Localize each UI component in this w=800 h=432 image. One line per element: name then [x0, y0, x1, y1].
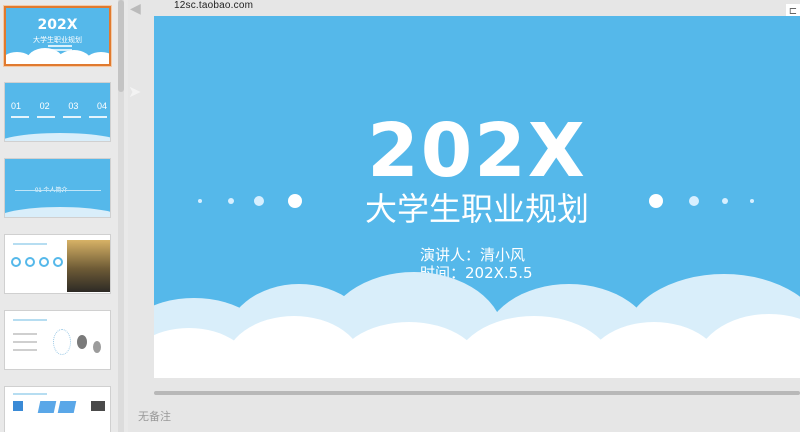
slide-thumbnail-4[interactable] [4, 234, 111, 294]
thumb-cloud [5, 133, 110, 141]
editor-workspace: ◀︎ 12sc.taobao.com ➤ ⊏ 202X 大学生职业规划 演讲人：… [128, 0, 800, 432]
thumbnail-scroll-thumb[interactable] [118, 0, 124, 92]
thumb-circle [25, 257, 35, 267]
thumb-line [13, 243, 47, 245]
thumb-line [13, 393, 47, 395]
thumb-1-subtitle: 大学生职业规划 [33, 36, 82, 44]
slide-subtitle: 大学生职业规划 [364, 190, 589, 228]
thumb-hexagon [37, 401, 57, 413]
decor-dot [649, 194, 663, 208]
decor-dot [254, 196, 264, 206]
thumb-line [13, 349, 37, 351]
decor-dot [228, 198, 234, 204]
thumb-2-number: 02 [39, 101, 50, 111]
decor-dot [689, 196, 699, 206]
slide-thumbnail-2[interactable]: 01 02 03 04 [4, 82, 111, 142]
thumb-2-number: 04 [96, 101, 107, 111]
thumb-bulb [93, 341, 101, 353]
speaker-icon: ◀︎ [130, 0, 141, 16]
thumb-2-number: 03 [68, 101, 79, 111]
paper-plane-icon: ➤ [128, 84, 142, 101]
slide-thumbnail-6[interactable] [4, 386, 111, 432]
slide-thumbnail-panel: 202X 大学生职业规划 01 02 03 04 01 个人简介 [0, 0, 128, 432]
thumb-2-bars [11, 116, 107, 118]
thumb-2-number: 01 [11, 101, 22, 111]
speaker-notes-placeholder[interactable]: 无备注 [138, 408, 171, 424]
watermark-url: 12sc.taobao.com [174, 0, 254, 11]
thumb-hexagon [57, 401, 77, 413]
thumb-bulb [77, 335, 87, 349]
decor-dot [722, 198, 728, 204]
thumb-line [13, 333, 37, 335]
thumb-line [13, 341, 37, 343]
thumb-2-number-row: 01 02 03 04 [11, 101, 107, 111]
thumb-bulb [53, 329, 71, 355]
decor-dot [288, 194, 302, 208]
thumb-line [13, 319, 47, 321]
horizontal-scrollbar[interactable] [154, 391, 800, 395]
thumb-circle [53, 257, 63, 267]
thumb-hexagon [13, 401, 23, 411]
slide-canvas[interactable]: 202X 大学生职业规划 演讲人：清小风 时间：202X.5.5 [154, 16, 800, 378]
slide-thumbnail-3[interactable]: 01 个人简介 [4, 158, 111, 218]
thumb-3-line [15, 190, 101, 191]
slide-thumbnail-5[interactable] [4, 310, 111, 370]
thumbnail-scrollbar[interactable] [118, 0, 124, 432]
thumb-1-line [48, 45, 72, 47]
thumb-circle [11, 257, 21, 267]
thumb-photo [67, 240, 110, 292]
decor-dot [750, 199, 754, 203]
thumb-cloud [5, 207, 110, 217]
slide-title: 202X [367, 108, 587, 194]
thumb-block [91, 401, 105, 411]
thumb-1-title: 202X [37, 17, 78, 33]
slide-thumbnail-1[interactable]: 202X 大学生职业规划 [4, 6, 111, 66]
decor-dot [198, 199, 202, 203]
thumb-circle [39, 257, 49, 267]
